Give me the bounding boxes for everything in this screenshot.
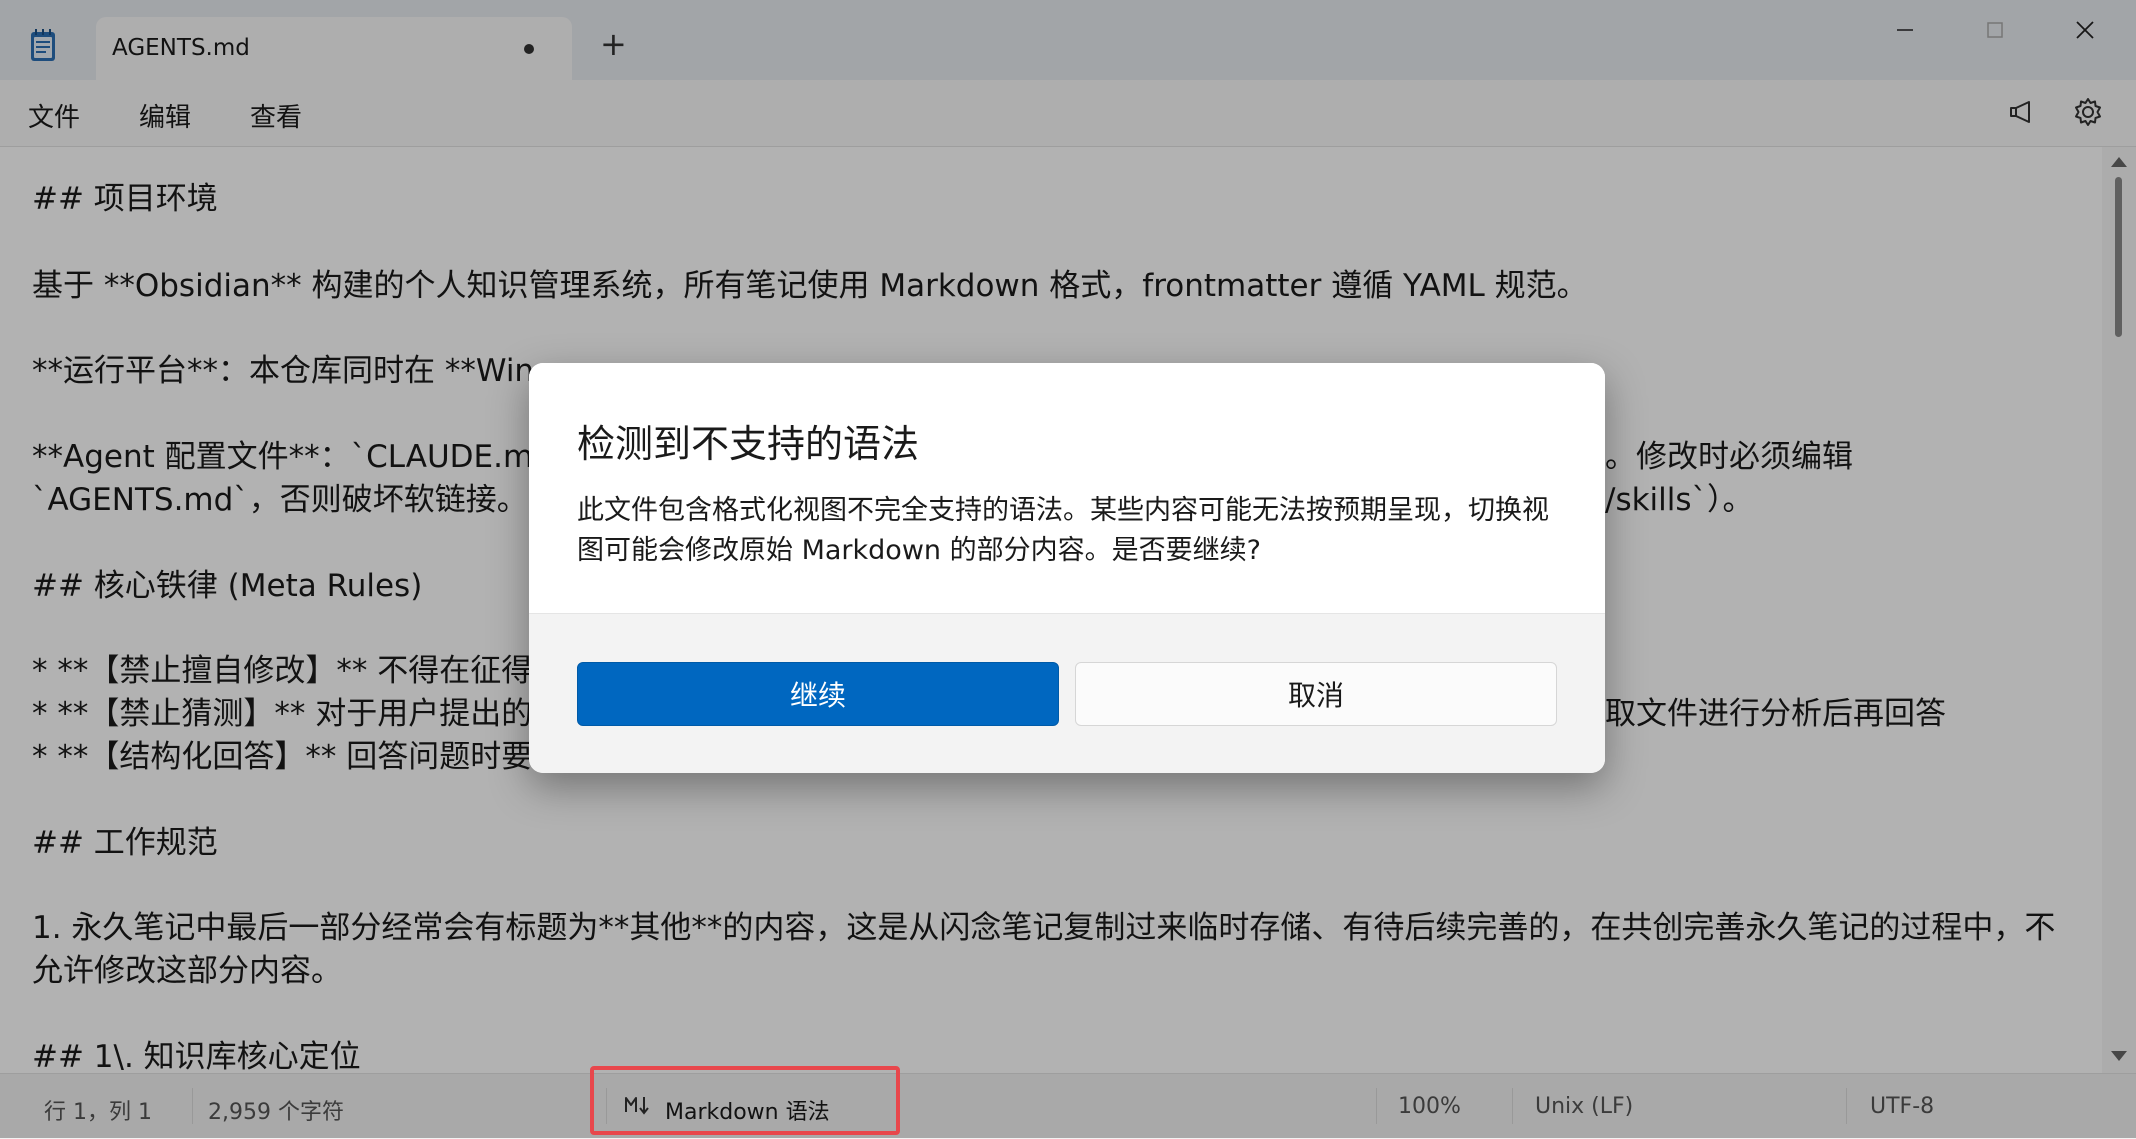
dialog-title: 检测到不支持的语法 (577, 422, 920, 466)
dialog-footer: 继续 取消 (529, 613, 1605, 773)
continue-button[interactable]: 继续 (577, 662, 1059, 726)
dialog-body: 检测到不支持的语法 此文件包含格式化视图不完全支持的语法。某些内容可能无法按预期… (529, 363, 1605, 613)
unsupported-syntax-dialog: 检测到不支持的语法 此文件包含格式化视图不完全支持的语法。某些内容可能无法按预期… (529, 363, 1605, 773)
highlight-annotation (590, 1066, 900, 1135)
dialog-message: 此文件包含格式化视图不完全支持的语法。某些内容可能无法按预期呈现，切换视图可能会… (577, 495, 1549, 566)
cancel-button[interactable]: 取消 (1075, 662, 1557, 726)
